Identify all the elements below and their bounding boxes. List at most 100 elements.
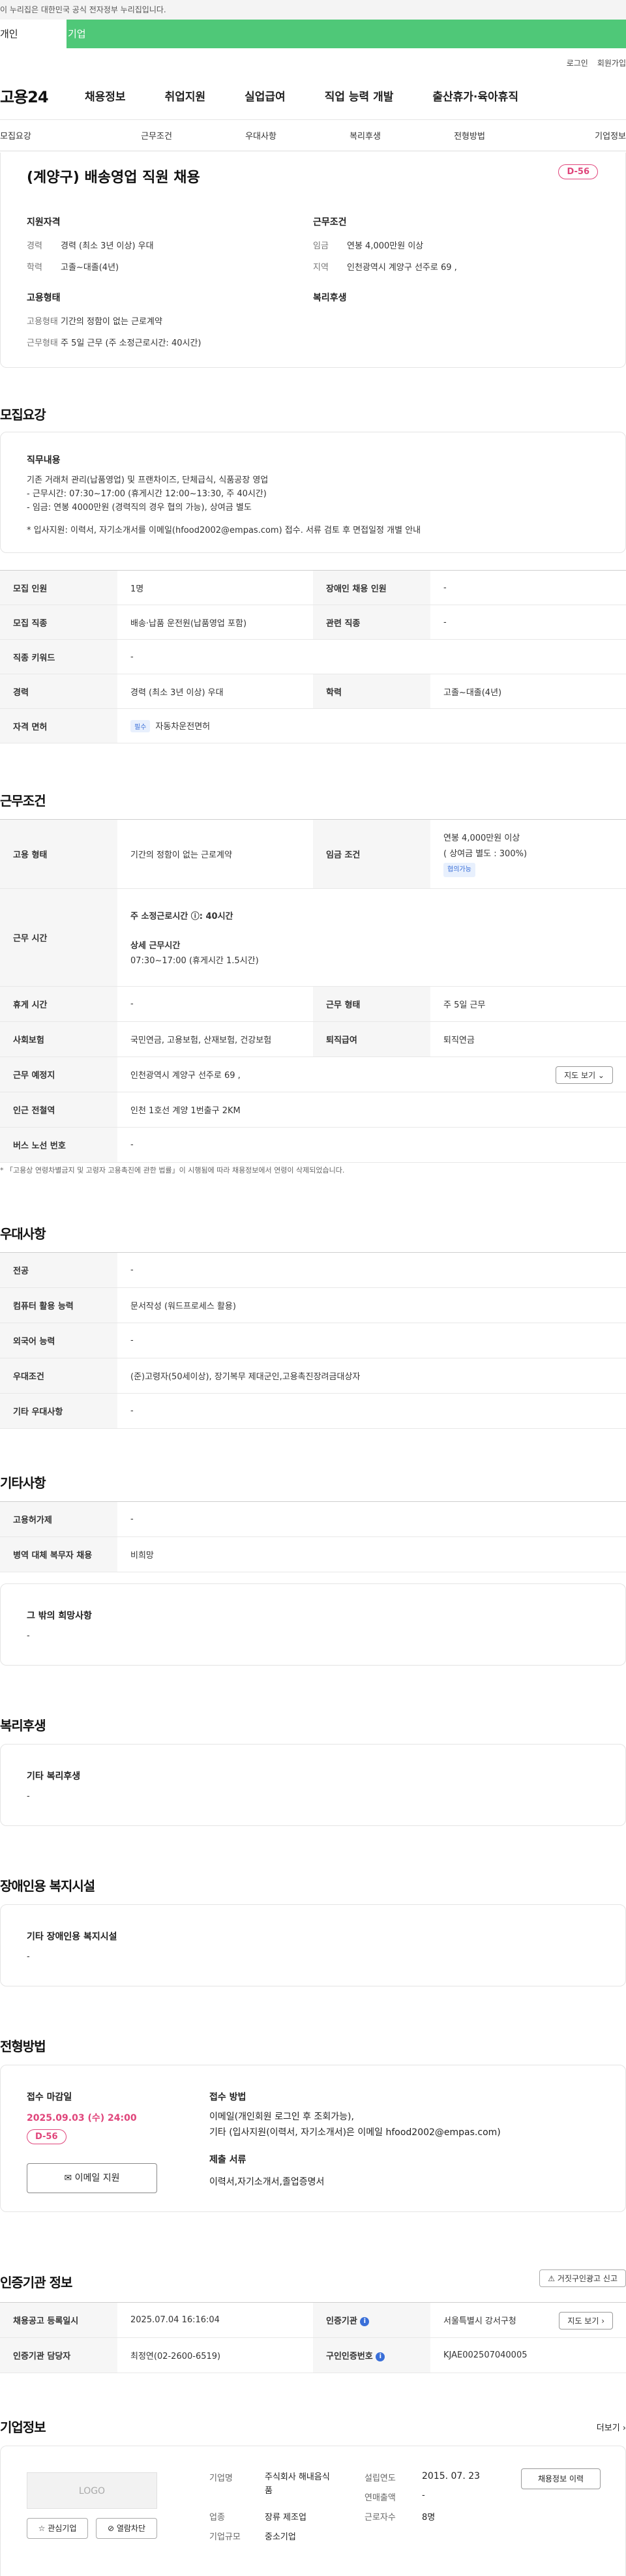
job-desc-line: * 입사지원: 이력서, 자기소개서를 이메일(hfood2002@empas.…: [27, 525, 421, 535]
company-more-link[interactable]: 더보기 ›: [597, 2421, 626, 2433]
table-cell: 기간의 정함이 없는 근로계약: [130, 850, 232, 860]
tab-company[interactable]: 기업정보: [522, 129, 626, 142]
tab-conditions[interactable]: 근무조건: [104, 129, 209, 142]
education-value: 고졸~대졸(4년): [61, 263, 119, 273]
table-row: 우대조건 (준)고령자(50세이상), 장기복무 제대군인,고용촉진장려금대상자: [0, 1358, 626, 1394]
other-wishes-box: 그 밖의 희망사항 -: [0, 1583, 626, 1666]
etc-section-title: 기타사항: [0, 1475, 46, 1491]
global-nav: 고용24 채용정보 취업지원 실업급여 직업 능력 개발 출산휴가·육아휴직: [0, 72, 626, 120]
table-cell: 비희망: [130, 1551, 154, 1561]
nav-jobs[interactable]: 채용정보: [85, 87, 126, 104]
table-header: 채용공고 등록일시: [0, 2302, 117, 2338]
job-description-box: 직무내용 기존 거래처 관리(납품영업) 및 프랜차이즈, 단체급식, 식품공장…: [0, 432, 626, 553]
welfare-box-heading: 기타 복리후생: [27, 1771, 81, 1782]
login-link[interactable]: 로그인: [567, 59, 588, 68]
method-heading: 접수 방법: [209, 2092, 246, 2103]
tab-recruit[interactable]: 모집요강: [0, 129, 104, 142]
wage-bonus: ( 상여금 별도 : 300%): [443, 848, 528, 859]
job-desc-line: [27, 515, 599, 524]
nav-parental-leave[interactable]: 출산휴가·육아휴직: [432, 87, 518, 104]
career-label: 경력: [27, 241, 42, 251]
employment-heading: 고용형태: [27, 293, 61, 303]
conditions-table: 고용 형태 기간의 정함이 없는 근로계약 임금 조건 연봉 4,000만원 이…: [0, 819, 626, 1163]
company-logo: LOGO: [27, 2472, 157, 2509]
disability-box-heading: 기타 장애인용 복지시설: [27, 1932, 117, 1942]
process-dday-badge: D-56: [27, 2129, 67, 2144]
table-header: 장애인 채용 인원: [313, 570, 430, 605]
hours-detail-label: 상세 근무시간: [130, 941, 181, 951]
email-apply-button[interactable]: ✉ 이메일 지원: [27, 2163, 157, 2193]
table-cell: 국민연금, 고용보험, 산재보험, 건강보험: [130, 1036, 272, 1045]
table-cell: 고졸~대졸(4년): [443, 687, 502, 698]
region-label: 지역: [313, 263, 329, 273]
table-row: 채용공고 등록일시 2025.07.04 16:16:04 인증기관 i 서울특…: [0, 2302, 626, 2338]
employees-value: 8명: [422, 2513, 436, 2523]
table-header: 근무 시간: [0, 888, 117, 987]
table-row: 컴퓨터 활용 능력 문서작성 (워드프로세스 활용): [0, 1287, 626, 1323]
favorite-company-button[interactable]: ☆ 관심기업: [27, 2518, 88, 2539]
agency-section-title: 인증기관 정보: [0, 2275, 72, 2290]
table-header: 자격 면허: [0, 708, 117, 743]
table-row: 모집 인원 1명 장애인 채용 인원 -: [0, 570, 626, 605]
sales-value: -: [422, 2491, 425, 2500]
table-header: 퇴직급여: [313, 1021, 430, 1057]
table-header: 인증기관 i: [313, 2302, 430, 2338]
table-cell: 최정연(02-2600-6519): [130, 2352, 221, 2361]
info-icon[interactable]: i: [376, 2352, 385, 2361]
table-row: 외국어 능력 -: [0, 1323, 626, 1358]
table-cell: 2025.07.04 16:16:04: [130, 2315, 220, 2325]
job-desc-line: - 임금: 연봉 4000만원 (경력직의 경우 협의 가능), 상여금 별도: [27, 502, 252, 513]
tab-personal[interactable]: 개인: [0, 20, 67, 48]
info-icon[interactable]: i: [360, 2316, 370, 2326]
other-wishes-value: -: [27, 1631, 30, 1641]
table-header: 컴퓨터 활용 능력: [0, 1287, 117, 1323]
tab-welfare[interactable]: 복리후생: [313, 129, 417, 142]
table-header: 버스 노선 번호: [0, 1127, 117, 1163]
table-header: 근무 예정지: [0, 1056, 117, 1092]
preferences-table: 전공 - 컴퓨터 활용 능력 문서작성 (워드프로세스 활용) 외국어 능력 - 우대…: [0, 1252, 626, 1429]
welfare-box-value: -: [27, 1791, 30, 1802]
job-summary-card: (계양구) 배송영업 직원 채용 D-56 지원자격 경력 경력 (최소 3년 이…: [0, 153, 626, 368]
table-header: 인증기관 담당자: [0, 2337, 117, 2373]
hours-detail: 07:30~17:00 (휴게시간 1.5시간): [130, 956, 259, 966]
nav-job-skills[interactable]: 직업 능력 개발: [325, 87, 394, 104]
table-header: 직종 키워드: [0, 639, 117, 674]
site-logo[interactable]: 고용24: [0, 84, 78, 107]
util-links: 로그인 회원가입: [0, 48, 626, 72]
qualification-heading: 지원자격: [27, 217, 61, 228]
table-row: 경력 경력 (최소 3년 이상) 우대 학력 고졸~대졸(4년): [0, 674, 626, 709]
signup-link[interactable]: 회원가입: [597, 59, 626, 68]
tab-corporate[interactable]: 기업: [67, 20, 626, 48]
nav-employment-support[interactable]: 취업지원: [165, 87, 206, 104]
block-view-button[interactable]: ⊘ 열람차단: [96, 2518, 157, 2539]
nav-unemployment-benefit[interactable]: 실업급여: [245, 87, 286, 104]
job-title: (계양구) 배송영업 직원 채용: [27, 170, 200, 186]
table-header: 학력: [313, 674, 430, 709]
established-value: 2015. 07. 23: [422, 2471, 481, 2481]
job-desc-line: - 근무시간: 07:30~17:00 (휴게시간 12:00~13:30, 주…: [27, 489, 267, 500]
agency-map-button[interactable]: 지도 보기 ›: [559, 2312, 613, 2329]
table-cell: -: [130, 651, 134, 662]
cert-number-label: 구인인증번호: [326, 2352, 373, 2361]
false-ad-report-button[interactable]: ⚠ 거짓구인광고 신고: [539, 2269, 626, 2287]
table-cell: -: [130, 999, 134, 1009]
hiring-history-button[interactable]: 채용정보 이력: [521, 2468, 601, 2489]
table-cell: 서울특별시 강서구청 지도 보기 ›: [430, 2303, 626, 2338]
table-cell: 문서작성 (워드프로세스 활용): [130, 1302, 236, 1311]
recruit-table: 모집 인원 1명 장애인 채용 인원 - 모집 직종 배송·납품 운전원(납품영업 포함…: [0, 570, 626, 743]
wage-amount: 연봉 4,000만원 이상: [443, 833, 520, 844]
table-cell: -: [130, 1140, 134, 1150]
company-section-title: 기업정보: [0, 2419, 46, 2435]
tab-process[interactable]: 전형방법: [417, 129, 522, 142]
user-type-tabs: 개인 기업: [0, 20, 626, 48]
age-notice: * 「고용상 연령차별금지 및 고령자 고용촉진에 관한 법률」이 시행됨에 따…: [0, 1166, 345, 1175]
section-tabs: 모집요강 근무조건 우대사항 복리후생 전형방법 기업정보: [0, 120, 626, 151]
established-label: 설립연도: [365, 2474, 396, 2483]
table-cell: 인천 1호선 계양 1번출구 2KM: [130, 1106, 241, 1116]
agency-table: 채용공고 등록일시 2025.07.04 16:16:04 인증기관 i 서울특…: [0, 2302, 626, 2373]
tab-preferences[interactable]: 우대사항: [209, 129, 313, 142]
map-view-button[interactable]: 지도 보기 ⌄: [556, 1066, 613, 1084]
work-place-value: 인천광역시 계양구 선주로 69 ,: [130, 1071, 241, 1081]
company-size-label: 기업규모: [209, 2532, 241, 2542]
table-cell: -: [443, 617, 447, 627]
